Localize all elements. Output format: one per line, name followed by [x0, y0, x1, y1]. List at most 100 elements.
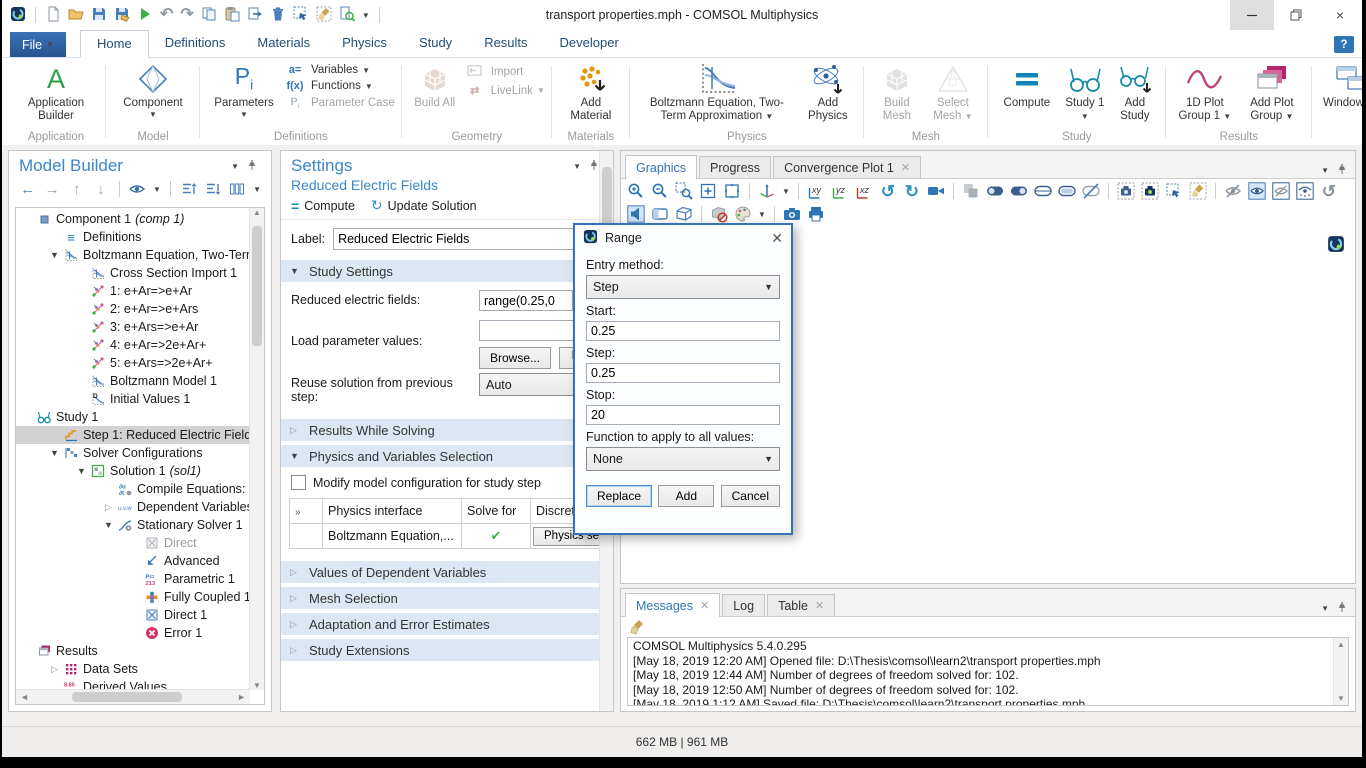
redo-icon[interactable]: ↷: [180, 7, 193, 23]
expand-icon[interactable]: ▷: [100, 502, 117, 513]
start-input[interactable]: [586, 321, 780, 341]
rotate-ccw-icon[interactable]: ↺: [879, 182, 897, 200]
zoom-extents-icon[interactable]: [723, 182, 741, 200]
view-noteye-icon[interactable]: [1272, 182, 1290, 200]
collapse-icon[interactable]: ▼: [100, 520, 117, 530]
expand-icon[interactable]: ▷: [46, 664, 63, 675]
tree-item-direct-1[interactable]: Direct 1: [16, 606, 250, 624]
function-select[interactable]: None▼: [586, 447, 780, 471]
help-button[interactable]: ?: [1334, 36, 1354, 53]
section-mesh-selection[interactable]: ▷Mesh Selection: [281, 587, 613, 609]
tree-item-4-e-ar-2e-ar[interactable]: 4: e+Ar=>2e+Ar+: [16, 336, 250, 354]
tree-item-1-e-ar-e-ar[interactable]: 1: e+Ar=>e+Ar: [16, 282, 250, 300]
snapshot-b-icon[interactable]: [1141, 182, 1159, 200]
tree-item-2-e-ar-e-ars[interactable]: 2: e+Ar=>e+Ars: [16, 300, 250, 318]
image-none-icon[interactable]: [1082, 182, 1100, 200]
clear-box-icon[interactable]: [1189, 182, 1207, 200]
tree-item-advanced[interactable]: Advanced: [16, 552, 250, 570]
collapse-icon[interactable]: ▼: [46, 250, 63, 260]
view-yz-icon[interactable]: yz: [831, 182, 849, 200]
axis-orientation-icon[interactable]: [758, 182, 776, 200]
tab-table[interactable]: Table✕: [767, 594, 835, 616]
add-button[interactable]: Add: [658, 485, 714, 507]
chevron-down-icon[interactable]: ▼: [362, 11, 370, 20]
image-a-icon[interactable]: [986, 182, 1004, 200]
section-study-extensions[interactable]: ▷Study Extensions: [281, 639, 613, 661]
view-xy-icon[interactable]: xy: [807, 182, 825, 200]
tab-messages[interactable]: Messages✕: [625, 593, 720, 617]
undo-icon[interactable]: ↶: [160, 7, 173, 23]
rotate-cw-icon[interactable]: ↻: [903, 182, 921, 200]
tree-item-solver-configurations[interactable]: ▼Solver Configurations: [16, 444, 250, 462]
section-study-settings[interactable]: ▼Study Settings: [281, 260, 613, 282]
chevron-down-icon[interactable]: ▼: [153, 185, 161, 194]
ribbon-tab-physics[interactable]: Physics: [326, 30, 403, 57]
tree-item-compile-equations-reduced[interactable]: ∂u∂tCompile Equations: Reduced: [16, 480, 250, 498]
replace-button[interactable]: Replace: [586, 485, 652, 507]
ribbon-tab-developer[interactable]: Developer: [544, 30, 635, 57]
paste-icon[interactable]: [224, 6, 240, 25]
tab-progress[interactable]: Progress: [699, 156, 771, 178]
add-material-button[interactable]: Add Material: [559, 59, 623, 123]
printer-icon[interactable]: [807, 205, 825, 223]
tree-item-stationary-solver-1[interactable]: ▼Stationary Solver 1: [16, 516, 250, 534]
section-values-dependent[interactable]: ▷Values of Dependent Variables: [281, 561, 613, 583]
variables-button[interactable]: a=Variables▼: [283, 64, 395, 76]
solve-for-checkbox[interactable]: ✔: [491, 528, 502, 543]
hide-geometry-icon[interactable]: [710, 205, 728, 223]
image-d-icon[interactable]: [1058, 182, 1076, 200]
reset-view-icon[interactable]: ↺: [1320, 182, 1338, 200]
pin-icon[interactable]: [1337, 163, 1347, 178]
label-input[interactable]: [333, 228, 591, 250]
tree-item-cross-section-import-1[interactable]: Cross Section Import 1: [16, 264, 250, 282]
view-partial-icon[interactable]: [1296, 182, 1314, 200]
study-1-button[interactable]: Study 1 ▼: [1061, 59, 1109, 123]
nav-back-icon[interactable]: ←: [19, 180, 36, 198]
step-input[interactable]: [586, 363, 780, 383]
plot-group-1-button[interactable]: 1D Plot Group 1 ▼: [1173, 59, 1237, 123]
select-mesh-button[interactable]: Select Mesh ▼: [925, 59, 981, 123]
tree-item-5-e-ars-2e-ar[interactable]: 5: e+Ars=>2e+Ar+: [16, 354, 250, 372]
component-button[interactable]: Component ▼: [113, 59, 193, 119]
tree-item-solution-1[interactable]: ▼Solution 1(sol1): [16, 462, 250, 480]
camera-icon[interactable]: [783, 205, 801, 223]
pin-icon[interactable]: [247, 156, 257, 176]
update-solution-button[interactable]: ↻Update Solution: [371, 197, 477, 214]
tree-item-parametric-1[interactable]: Pi=213Parametric 1: [16, 570, 250, 588]
tree-item-study-1[interactable]: Study 1: [16, 408, 250, 426]
panel-menu-icon[interactable]: ▼: [231, 162, 239, 171]
select-region-icon[interactable]: [1165, 182, 1183, 200]
tree-item-component-1[interactable]: Component 1(comp 1): [16, 210, 250, 228]
ribbon-tab-materials[interactable]: Materials: [241, 30, 326, 57]
application-builder-button[interactable]: A Application Builder: [13, 59, 99, 123]
collapse-icon[interactable]: ▼: [73, 466, 90, 476]
clear-broom-icon[interactable]: [629, 619, 645, 638]
pin-icon[interactable]: [1337, 601, 1347, 616]
run-icon[interactable]: [137, 6, 153, 25]
tab-graphics[interactable]: Graphics: [625, 155, 697, 179]
build-all-button[interactable]: Build All: [409, 59, 461, 110]
zoom-out-icon[interactable]: [651, 182, 669, 200]
save-as-icon[interactable]: [114, 6, 130, 25]
snapshot-a-icon[interactable]: [1117, 182, 1135, 200]
parameter-case-button[interactable]: PiParameter Case: [283, 96, 395, 110]
ribbon-tab-results[interactable]: Results: [468, 30, 543, 57]
ribbon-tab-home[interactable]: Home: [80, 30, 149, 58]
collapse-all-icon[interactable]: [204, 180, 221, 198]
chevron-down-icon[interactable]: ▼: [758, 210, 766, 219]
tree-columns-icon[interactable]: [229, 180, 246, 198]
ribbon-tab-definitions[interactable]: Definitions: [149, 30, 242, 57]
find-icon[interactable]: [339, 6, 355, 25]
compute-button[interactable]: Compute: [995, 59, 1059, 110]
view-xz-icon[interactable]: xz: [855, 182, 873, 200]
zoom-box-icon[interactable]: [675, 182, 693, 200]
image-c-icon[interactable]: [1034, 182, 1052, 200]
tree-item-3-e-ars-e-ar[interactable]: 3: e+Ars=>e+Ar: [16, 318, 250, 336]
close-tab-icon[interactable]: ✕: [901, 161, 910, 174]
physics-table-row[interactable]: Boltzmann Equation,... ✔ Physics set: [290, 524, 607, 549]
view-visible-icon[interactable]: [1248, 182, 1266, 200]
collapse-icon[interactable]: ▼: [46, 448, 63, 458]
browse-button[interactable]: Browse...: [479, 347, 551, 369]
view-front-icon[interactable]: [651, 205, 669, 223]
tree-item-direct[interactable]: Direct: [16, 534, 250, 552]
